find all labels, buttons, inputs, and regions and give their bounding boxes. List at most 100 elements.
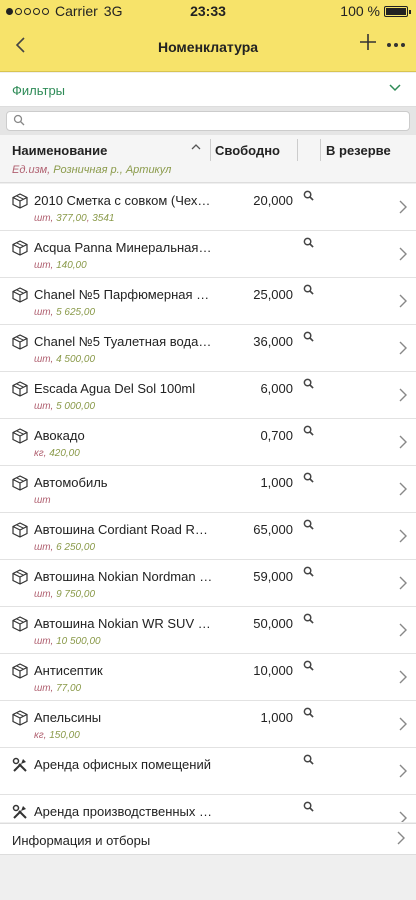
- item-price: 6 250,00: [56, 542, 96, 553]
- column-unit-subheader: Ед.изм: [12, 164, 48, 176]
- list-item[interactable]: Аренда производственных п...: [0, 795, 416, 822]
- item-free-qty: 59,000: [253, 569, 293, 584]
- item-unit: шт: [34, 213, 51, 224]
- item-price: 77,00: [56, 683, 82, 694]
- package-icon: [12, 522, 28, 538]
- item-unit: шт: [34, 542, 51, 553]
- list-item[interactable]: Chanel №5 Парфюмерная во... шт, 5 625,00 2…: [0, 278, 416, 325]
- item-free-qty: 50,000: [253, 616, 293, 631]
- package-icon: [12, 569, 28, 585]
- search-icon[interactable]: [303, 754, 314, 768]
- item-article: 3541: [92, 213, 115, 224]
- item-price: 5 000,00: [56, 401, 96, 412]
- item-unit: шт: [34, 636, 51, 647]
- item-meta: шт, 5 000,00: [34, 401, 96, 412]
- plus-icon: [360, 34, 376, 50]
- item-free-qty: 1,000: [260, 475, 293, 490]
- search-box: [6, 111, 410, 131]
- column-header: Наименование Свободно В резерве Ед.изм, …: [0, 135, 416, 183]
- column-free-header[interactable]: Свободно: [215, 143, 280, 158]
- chevron-right-icon: [398, 340, 408, 361]
- item-name: 2010 Сметка с совком (Чехия): [34, 193, 214, 208]
- item-name: Авокадо: [34, 428, 85, 443]
- list-item[interactable]: Апельсины кг, 150,00 1,000: [0, 701, 416, 748]
- item-price: 420,00: [49, 448, 80, 459]
- item-price: 5 625,00: [56, 307, 96, 318]
- chevron-right-icon: [398, 622, 408, 643]
- item-meta: шт, 140,00: [34, 260, 87, 271]
- filters-label: Фильтры: [12, 83, 66, 98]
- item-list: 2010 Сметка с совком (Чехия) шт, 377,00, …: [0, 184, 416, 822]
- chevron-right-icon: [398, 434, 408, 455]
- item-meta: кг, 420,00: [34, 448, 80, 459]
- item-name: Автошина Cordiant Road Run...: [34, 522, 214, 537]
- search-icon[interactable]: [303, 425, 314, 439]
- more-button[interactable]: [386, 39, 406, 49]
- item-name: Аренда производственных п...: [34, 804, 214, 819]
- search-icon: [13, 114, 25, 129]
- item-name: Acqua Panna Минеральная в...: [34, 240, 214, 255]
- search-icon[interactable]: [303, 566, 314, 580]
- column-divider: [210, 139, 211, 161]
- package-icon: [12, 710, 28, 726]
- search-icon[interactable]: [303, 707, 314, 721]
- package-icon: [12, 334, 28, 350]
- search-icon[interactable]: [303, 284, 314, 298]
- sort-asc-icon[interactable]: [190, 141, 202, 156]
- list-item[interactable]: 2010 Сметка с совком (Чехия) шт, 377,00, …: [0, 184, 416, 231]
- item-meta: шт, 77,00: [34, 683, 82, 694]
- search-icon[interactable]: [303, 237, 314, 251]
- item-unit: кг: [34, 448, 44, 459]
- item-name: Антисептик: [34, 663, 103, 678]
- list-item[interactable]: Chanel №5 Туалетная вода, 5... шт, 4 500,…: [0, 325, 416, 372]
- info-and-filters-row[interactable]: Информация и отборы: [0, 823, 416, 855]
- tools-icon: [12, 804, 28, 820]
- search-icon[interactable]: [303, 660, 314, 674]
- item-meta: шт, 4 500,00: [34, 354, 96, 365]
- item-price: 150,00: [49, 730, 80, 741]
- nav-bar: Номенклатура: [0, 22, 416, 72]
- filters-toggle[interactable]: Фильтры: [0, 73, 416, 107]
- item-meta: кг, 150,00: [34, 730, 80, 741]
- list-item[interactable]: Автошина Nokian WR SUV 4... шт, 10 500,00…: [0, 607, 416, 654]
- item-meta: шт, 9 750,00: [34, 589, 96, 600]
- column-subheader: Ед.изм, Розничная р., Артикул: [12, 164, 172, 176]
- search-icon[interactable]: [303, 613, 314, 627]
- package-icon: [12, 475, 28, 491]
- search-icon[interactable]: [303, 331, 314, 345]
- search-icon[interactable]: [303, 378, 314, 392]
- list-item[interactable]: Авокадо кг, 420,00 0,700: [0, 419, 416, 466]
- column-reserve-header[interactable]: В резерве: [326, 143, 391, 158]
- item-meta: шт, 10 500,00: [34, 636, 101, 647]
- item-unit: шт: [34, 354, 51, 365]
- search-icon[interactable]: [303, 801, 314, 815]
- item-meta: шт, 5 625,00: [34, 307, 96, 318]
- item-price: 377,00: [56, 213, 87, 224]
- search-icon[interactable]: [303, 472, 314, 486]
- chevron-down-icon: [388, 80, 402, 97]
- list-item[interactable]: Автомобиль шт 1,000: [0, 466, 416, 513]
- column-name-header[interactable]: Наименование: [12, 143, 107, 158]
- page-title: Номенклатура: [157, 39, 259, 55]
- list-item[interactable]: Автошина Nokian Nordman S... шт, 9 750,00…: [0, 560, 416, 607]
- search-input[interactable]: [29, 113, 399, 129]
- add-button[interactable]: [358, 32, 378, 57]
- list-item[interactable]: Аренда офисных помещений: [0, 748, 416, 795]
- item-free-qty: 25,000: [253, 287, 293, 302]
- item-name: Автошина Nokian Nordman S...: [34, 569, 214, 584]
- more-icon: [387, 43, 405, 47]
- package-icon: [12, 428, 28, 444]
- package-icon: [12, 381, 28, 397]
- list-item[interactable]: Escada Agua Del Sol 100ml шт, 5 000,00 6,0…: [0, 372, 416, 419]
- package-icon: [12, 240, 28, 256]
- battery-percent: 100 %: [340, 3, 380, 19]
- item-price: 10 500,00: [56, 636, 101, 647]
- search-icon[interactable]: [303, 519, 314, 533]
- list-item[interactable]: Автошина Cordiant Road Run... шт, 6 250,0…: [0, 513, 416, 560]
- info-label: Информация и отборы: [12, 833, 151, 848]
- search-icon[interactable]: [303, 190, 314, 204]
- item-name: Аренда офисных помещений: [34, 757, 211, 772]
- tools-icon: [12, 757, 28, 773]
- list-item[interactable]: Антисептик шт, 77,00 10,000: [0, 654, 416, 701]
- list-item[interactable]: Acqua Panna Минеральная в... шт, 140,00: [0, 231, 416, 278]
